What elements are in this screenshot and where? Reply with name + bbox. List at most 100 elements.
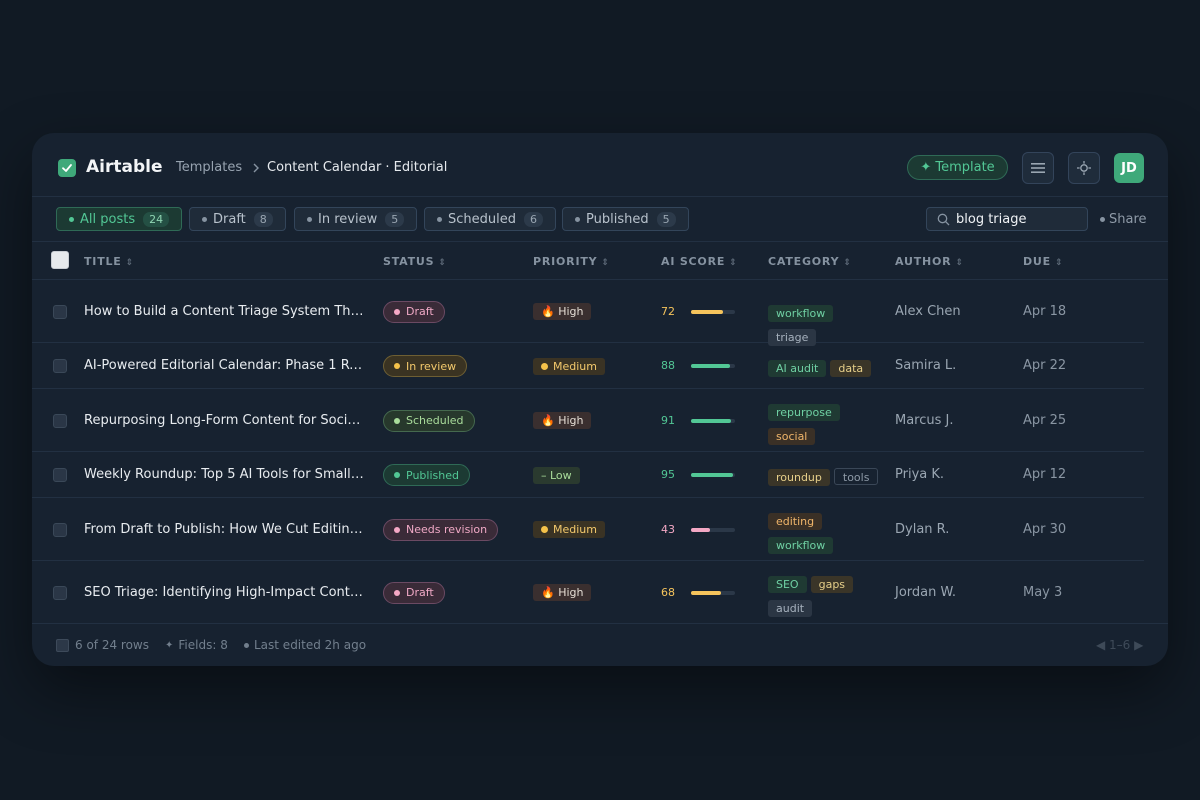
pagination[interactable]: ◀ 1–6 ▶ bbox=[1096, 638, 1143, 652]
category-tag[interactable]: editing bbox=[768, 512, 823, 530]
search-box[interactable] bbox=[926, 207, 1088, 231]
category-tag[interactable]: tools bbox=[833, 467, 879, 485]
fields-label: Fields: 8 bbox=[178, 638, 228, 652]
author-name: Samira L. bbox=[895, 358, 957, 373]
row-checkbox[interactable] bbox=[53, 359, 67, 373]
author-name: Alex Chen bbox=[895, 303, 961, 319]
author-name: Jordan W. bbox=[895, 584, 956, 600]
column-header-author[interactable]: AUTHOR ⇕ bbox=[895, 255, 964, 268]
category-tag[interactable]: gaps bbox=[810, 575, 854, 593]
ai-score-value: 91 bbox=[661, 413, 675, 427]
user-avatar[interactable]: JD bbox=[1114, 153, 1144, 183]
priority-badge[interactable]: Medium bbox=[533, 357, 605, 375]
breadcrumb-current: Content Calendar · Editorial bbox=[267, 160, 448, 175]
column-header-priority[interactable]: PRIORITY ⇕ bbox=[533, 255, 610, 268]
post-title[interactable]: AI-Powered Editorial Calendar: Phase 1 R… bbox=[84, 358, 366, 373]
base-window: Airtable Templates Content Calendar · Ed… bbox=[32, 133, 1168, 666]
category-tag[interactable]: social bbox=[768, 427, 816, 445]
status-badge[interactable]: Published bbox=[383, 464, 470, 486]
status-dot-icon bbox=[307, 216, 312, 222]
table-row[interactable]: From Draft to Publish: How We Cut Editin… bbox=[32, 498, 1144, 561]
sort-icon: ⇕ bbox=[843, 258, 852, 268]
fields-count[interactable]: ✦ Fields: 8 bbox=[165, 638, 228, 652]
filter-chip-all-posts[interactable]: All posts 24 bbox=[56, 207, 183, 231]
chip-count: 5 bbox=[656, 211, 676, 227]
menu-button[interactable] bbox=[1022, 152, 1054, 184]
category-tag[interactable]: roundup bbox=[768, 468, 830, 486]
table-body: How to Build a Content Triage System Tha… bbox=[32, 280, 1168, 624]
status-badge[interactable]: Draft bbox=[383, 300, 445, 323]
ai-score-bar bbox=[691, 473, 735, 477]
table-header: TITLE ⇕ STATUS ⇕ PRIORITY ⇕ AI SCORE ⇕ CATEG… bbox=[32, 242, 1168, 280]
table-row[interactable]: How to Build a Content Triage System Tha… bbox=[32, 280, 1144, 346]
search-icon bbox=[937, 213, 950, 225]
search-input[interactable] bbox=[956, 211, 1086, 227]
checkbox-icon bbox=[56, 638, 69, 652]
category-tag[interactable]: AI audit bbox=[768, 359, 827, 377]
status-badge[interactable]: In review bbox=[383, 355, 468, 377]
status-badge[interactable]: Draft bbox=[383, 581, 445, 604]
status-dot-icon bbox=[394, 363, 400, 369]
breadcrumb-templates[interactable]: Templates bbox=[176, 160, 242, 175]
status-badge[interactable]: Needs revision bbox=[383, 518, 499, 541]
last-edited-label: Last edited 2h ago bbox=[254, 638, 367, 652]
category-tag[interactable]: workflow bbox=[768, 536, 834, 554]
medium-dot-icon bbox=[541, 526, 548, 533]
ai-score-bar-fill bbox=[691, 527, 710, 532]
row-checkbox[interactable] bbox=[53, 585, 67, 600]
status-dot-icon bbox=[394, 417, 400, 424]
filter-chip-draft[interactable]: Draft 8 bbox=[189, 207, 286, 231]
post-title[interactable]: From Draft to Publish: How We Cut Editin… bbox=[84, 522, 366, 537]
status-dot-icon bbox=[394, 308, 400, 315]
share-button[interactable]: Share bbox=[1100, 212, 1147, 227]
ai-score-bar bbox=[691, 590, 735, 595]
filter-chip-scheduled[interactable]: Scheduled 6 bbox=[424, 207, 556, 231]
column-header-due[interactable]: DUE ⇕ bbox=[1023, 255, 1063, 268]
due-date: Apr 12 bbox=[1023, 467, 1067, 482]
column-header-title[interactable]: TITLE ⇕ bbox=[84, 255, 134, 268]
column-header-status[interactable]: STATUS ⇕ bbox=[383, 255, 447, 268]
hamburger-icon bbox=[1031, 163, 1045, 173]
ai-score-value: 43 bbox=[661, 522, 675, 536]
category-tag[interactable]: audit bbox=[768, 599, 813, 617]
category-tag[interactable]: data bbox=[830, 359, 872, 377]
ai-score-bar-fill bbox=[691, 364, 730, 368]
status-dot-icon bbox=[69, 216, 74, 222]
category-tag[interactable]: repurpose bbox=[768, 403, 840, 421]
sort-icon: ⇕ bbox=[729, 258, 738, 268]
priority-badge[interactable]: Medium bbox=[533, 521, 605, 538]
settings-button[interactable] bbox=[1068, 152, 1100, 184]
column-header-ai-score[interactable]: AI SCORE ⇕ bbox=[661, 255, 738, 268]
priority-badge[interactable]: – Low bbox=[533, 466, 580, 484]
category-tag[interactable]: workflow bbox=[768, 305, 834, 322]
row-checkbox[interactable] bbox=[53, 413, 67, 428]
table-row[interactable]: Weekly Roundup: Top 5 AI Tools for Small… bbox=[32, 452, 1144, 498]
select-all-checkbox[interactable] bbox=[51, 251, 69, 269]
filter-chip-published[interactable]: Published 5 bbox=[562, 207, 689, 231]
ai-score-value: 68 bbox=[661, 585, 675, 599]
template-button[interactable]: ✦ Template bbox=[907, 155, 1008, 180]
row-checkbox[interactable] bbox=[53, 304, 67, 319]
filter-chip-in-review[interactable]: In review 5 bbox=[294, 207, 418, 231]
table-row[interactable]: SEO Triage: Identifying High-Impact Cont… bbox=[32, 561, 1144, 624]
post-title[interactable]: Repurposing Long-Form Content for Social… bbox=[84, 413, 366, 428]
sort-icon: ⇕ bbox=[125, 258, 134, 268]
category-tags: repurpose social bbox=[768, 401, 884, 449]
column-header-category[interactable]: CATEGORY ⇕ bbox=[768, 255, 852, 268]
ai-score-bar bbox=[691, 418, 735, 423]
post-title[interactable]: SEO Triage: Identifying High-Impact Cont… bbox=[84, 585, 366, 600]
priority-badge[interactable]: 🔥 High bbox=[533, 584, 592, 601]
ai-score-bar-fill bbox=[691, 473, 733, 477]
post-title[interactable]: How to Build a Content Triage System Tha… bbox=[84, 304, 366, 319]
priority-badge[interactable]: 🔥 High bbox=[533, 412, 592, 429]
table-row[interactable]: AI-Powered Editorial Calendar: Phase 1 R… bbox=[32, 343, 1144, 389]
status-badge[interactable]: Scheduled bbox=[383, 409, 475, 432]
status-label: In review bbox=[406, 359, 457, 373]
status-label: Published bbox=[406, 468, 459, 482]
post-title[interactable]: Weekly Roundup: Top 5 AI Tools for Small… bbox=[84, 467, 366, 482]
row-checkbox[interactable] bbox=[53, 522, 67, 537]
category-tag[interactable]: SEO bbox=[768, 575, 807, 593]
table-row[interactable]: Repurposing Long-Form Content for Social… bbox=[32, 389, 1144, 452]
priority-badge[interactable]: 🔥 High bbox=[533, 303, 592, 320]
row-checkbox[interactable] bbox=[53, 468, 67, 482]
